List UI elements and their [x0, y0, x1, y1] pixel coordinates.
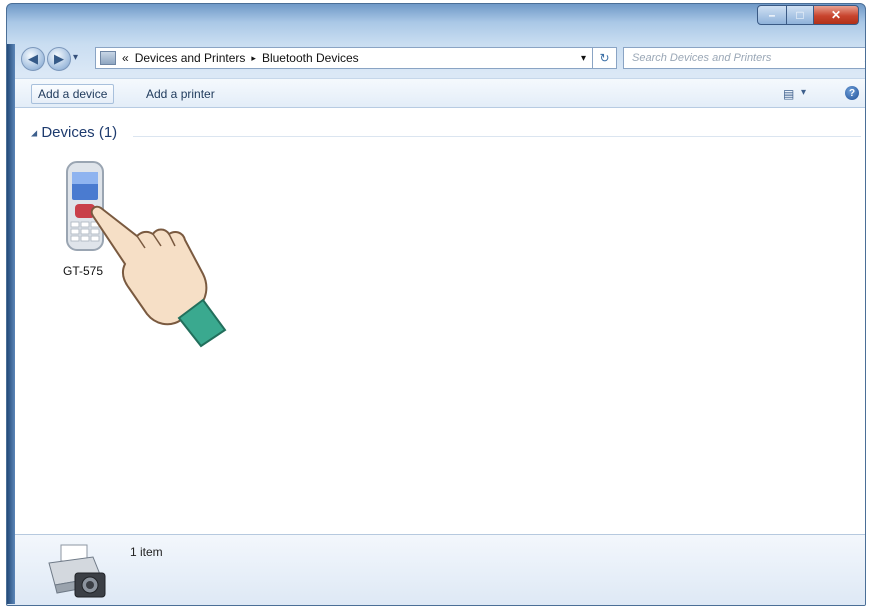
collapse-arrow-icon[interactable]: ◢ — [31, 129, 37, 138]
devices-group-header[interactable]: ◢ Devices (1) — [31, 124, 117, 141]
caption-buttons: – □ ✕ — [757, 5, 859, 25]
add-device-button[interactable]: Add a device — [31, 84, 115, 104]
search-placeholder: Search Devices and Printers — [632, 52, 772, 64]
refresh-icon: ↻ — [599, 51, 610, 65]
breadcrumb-devices-and-printers[interactable]: Devices and Printers — [135, 51, 246, 65]
help-icon[interactable]: ? — [845, 86, 859, 100]
group-divider — [133, 136, 861, 137]
details-pane: 1 item — [15, 534, 865, 605]
close-button[interactable]: ✕ — [814, 5, 859, 25]
search-input[interactable]: Search Devices and Printers ⌕ — [623, 47, 866, 69]
devices-group-label: Devices (1) — [41, 124, 118, 141]
printer-camera-icon — [48, 544, 106, 598]
address-dropdown-icon[interactable]: ▾ — [581, 53, 586, 64]
minimize-button[interactable]: – — [757, 5, 787, 25]
pointing-hand-icon — [90, 205, 227, 348]
back-button[interactable]: ◀ — [21, 47, 45, 71]
explorer-window: – □ ✕ ◀ ▶ ▾ « Devices and Printers ▸ Blu… — [6, 3, 866, 606]
device-list-pane: ◢ Devices (1) GT-575 — [15, 108, 865, 534]
view-options-chevron-icon[interactable]: ▾ — [801, 87, 806, 98]
change-view-icon[interactable]: ▤ — [783, 87, 794, 101]
devices-folder-icon — [100, 51, 116, 65]
window-left-edge — [7, 44, 15, 604]
address-bar: ◀ ▶ ▾ « Devices and Printers ▸ Bluetooth… — [15, 44, 866, 74]
breadcrumb-bluetooth-devices[interactable]: Bluetooth Devices — [262, 51, 359, 65]
address-box[interactable]: « Devices and Printers ▸ Bluetooth Devic… — [95, 47, 593, 69]
maximize-button[interactable]: □ — [787, 5, 814, 25]
search-icon[interactable]: ⌕ — [865, 50, 866, 66]
recent-pages-chevron-icon[interactable]: ▾ — [73, 52, 78, 63]
breadcrumb-separator-icon[interactable]: ▸ — [251, 53, 256, 64]
breadcrumb-overflow[interactable]: « — [122, 51, 129, 65]
item-count: 1 item — [130, 545, 163, 559]
back-arrow-icon: ◀ — [28, 51, 38, 66]
refresh-button[interactable]: ↻ — [593, 47, 617, 69]
add-printer-button[interactable]: Add a printer — [139, 84, 222, 104]
forward-button[interactable]: ▶ — [47, 47, 71, 71]
forward-arrow-icon: ▶ — [54, 51, 64, 66]
command-bar: Add a device Add a printer ▤ ▾ ? — [15, 78, 865, 108]
